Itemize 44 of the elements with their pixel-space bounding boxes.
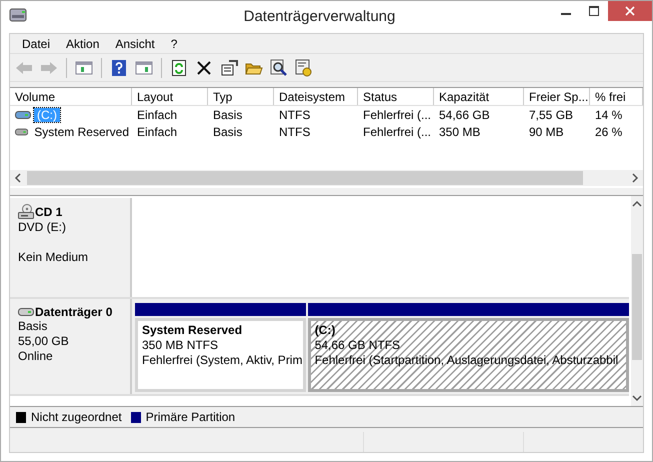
column-header[interactable]: % frei	[590, 88, 643, 105]
column-header[interactable]: Volume	[10, 88, 132, 105]
disk-info: Online	[18, 349, 54, 364]
disk-info: DVD (E:)	[18, 220, 67, 235]
table-cell-text: Fehlerfrei (...	[362, 124, 432, 138]
menu-item[interactable]: Ansicht	[107, 36, 163, 50]
column-header[interactable]: Layout	[132, 88, 208, 105]
disk-info: Kein Medium	[18, 250, 90, 265]
column-header[interactable]: Typ	[208, 88, 274, 105]
table-cell-text: 350 MB	[438, 124, 482, 138]
table-cell-text: Basis	[212, 108, 244, 122]
partition-name: System Reserved	[142, 323, 244, 338]
disk-name: CD 1	[18, 204, 130, 220]
disk-info: Basis	[18, 319, 48, 334]
table-cell-text: 26 %	[594, 124, 624, 138]
table-cell-text: 7,55 GB	[528, 108, 574, 122]
table-cell-text: Einfach	[136, 124, 178, 138]
column-header[interactable]: Status	[358, 88, 434, 105]
partition-size: 350 MB NTFS	[142, 338, 220, 353]
table-cell-text: NTFS	[278, 108, 312, 122]
disk-info: 55,00 GB	[18, 334, 70, 349]
partition-name: (C:)	[314, 323, 336, 338]
partition-block[interactable]: (C:) 54,66 GB NTFS Fehlerfrei (Startpartition, Auslagerungsdatei, Absturzabbil	[308, 318, 629, 392]
column-header[interactable]: Kapazität	[434, 88, 524, 105]
window-title: Datenträgerverwaltung	[244, 8, 396, 25]
menu-item[interactable]: Aktion	[58, 36, 108, 50]
table-cell-text: Fehlerfrei (...	[362, 108, 432, 122]
column-header[interactable]: Freier Sp...	[524, 88, 590, 105]
menu-item[interactable]: Datei	[14, 36, 58, 50]
partition-block[interactable]: System Reserved 350 MB NTFS Fehlerfrei (System, Aktiv, Prim	[135, 318, 306, 392]
table-cell-text: NTFS	[278, 124, 312, 138]
drive-label[interactable]: System Reserved	[31, 124, 132, 138]
table-cell-text: 54,66 GB	[438, 108, 491, 122]
column-header[interactable]: Dateisystem	[274, 88, 358, 105]
disk-name: Datenträger 0	[18, 305, 130, 319]
table-cell-text: 14 %	[594, 108, 624, 122]
table-cell-text: 90 MB	[528, 124, 565, 138]
menu-item[interactable]: ?	[162, 36, 186, 50]
table-cell-text: Basis	[212, 124, 244, 138]
partition-status: Fehlerfrei (Startpartition, Auslagerungsdatei, Absturzabbil	[314, 353, 620, 368]
legend-label: Primäre Partition	[146, 410, 236, 424]
legend-label: Nicht zugeordnet	[31, 410, 122, 424]
partition-size: 54,66 GB NTFS	[314, 338, 402, 353]
table-cell-text: Einfach	[136, 108, 178, 122]
